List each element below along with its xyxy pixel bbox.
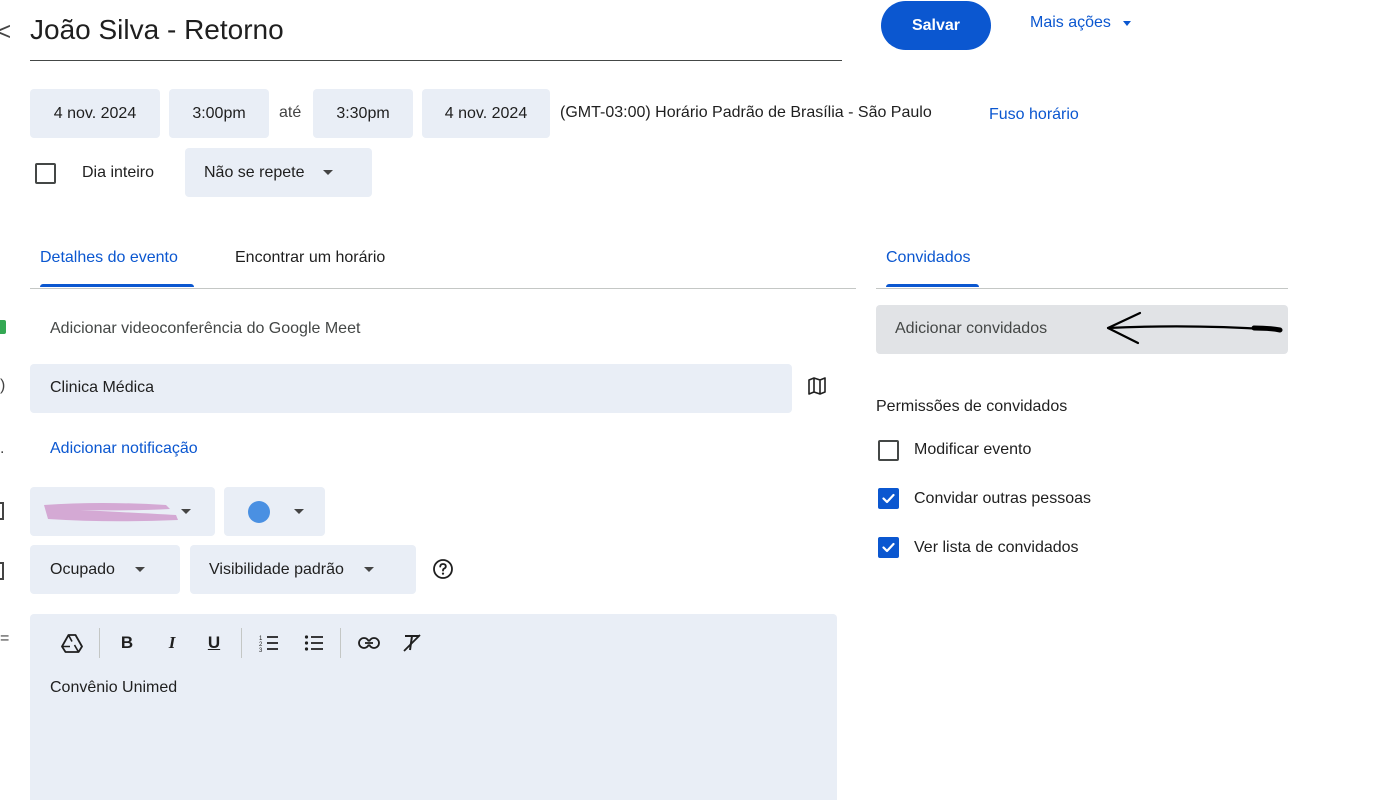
tab-active-indicator — [40, 284, 194, 287]
calendar-icon — [0, 502, 4, 520]
svg-text:3: 3 — [259, 648, 263, 652]
description-editor[interactable] — [30, 614, 837, 800]
start-time-text: 3:00pm — [192, 104, 246, 122]
redacted-calendar-name — [40, 497, 198, 525]
start-date-text: 4 nov. 2024 — [53, 104, 137, 122]
caret-down-icon — [181, 509, 191, 514]
end-time-chip[interactable]: 3:30pm — [313, 89, 413, 138]
event-color-dot — [248, 500, 270, 523]
until-label: até — [279, 104, 302, 121]
guests-tab-indicator — [886, 284, 979, 287]
save-button[interactable]: Salvar — [881, 1, 991, 50]
caret-down-icon — [322, 170, 333, 175]
start-date-chip[interactable]: 4 nov. 2024 — [30, 89, 160, 138]
calendar-selector[interactable] — [30, 487, 215, 536]
visibility-dropdown[interactable]: Visibilidade padrão — [190, 545, 416, 594]
event-color-selector[interactable] — [224, 487, 325, 536]
invite-others-checkbox[interactable] — [878, 488, 899, 509]
link-icon[interactable] — [357, 632, 381, 654]
toolbar-separator — [99, 628, 100, 658]
location-text: Clinica Médica — [50, 379, 155, 396]
see-guest-list-checkbox[interactable] — [878, 537, 899, 558]
more-actions-button[interactable]: Mais ações — [1030, 12, 1131, 34]
remove-format-icon[interactable] — [401, 632, 423, 654]
check-icon — [882, 493, 895, 504]
busy-status-icon — [0, 562, 4, 580]
toolbar-separator — [241, 628, 242, 658]
event-title-input[interactable]: João Silva - Retorno — [30, 12, 842, 61]
tab-find-time-label: Encontrar um horário — [235, 249, 386, 266]
location-input[interactable]: Clinica Médica — [30, 364, 792, 413]
timezone-text: (GMT-03:00) Horário Padrão de Brasília -… — [560, 104, 932, 121]
underline-icon[interactable]: U — [204, 632, 224, 654]
caret-down-icon — [134, 567, 145, 572]
modify-event-label: Modificar evento — [914, 441, 1032, 458]
notification-icon: . — [0, 440, 5, 457]
description-icon: = — [0, 630, 10, 647]
invite-others-label: Convidar outras pessoas — [914, 490, 1091, 507]
chevron-down-icon — [1122, 20, 1131, 26]
timezone-link[interactable]: Fuso horário — [989, 106, 1079, 124]
end-time-text: 3:30pm — [336, 104, 390, 122]
map-icon[interactable] — [807, 376, 827, 396]
toolbar-separator — [340, 628, 341, 658]
modify-event-checkbox[interactable] — [878, 440, 899, 461]
all-day-label: Dia inteiro — [82, 164, 155, 181]
see-guest-list-label: Ver lista de convidados — [914, 539, 1079, 556]
add-guests-placeholder: Adicionar convidados — [895, 320, 1048, 337]
italic-icon[interactable]: I — [162, 632, 182, 654]
more-actions-label: Mais ações — [1030, 14, 1111, 31]
busy-status-label: Ocupado — [50, 560, 115, 578]
all-day-checkbox[interactable] — [35, 163, 56, 184]
numbered-list-icon[interactable]: 123 — [258, 632, 280, 654]
meet-icon — [0, 320, 6, 334]
guests-divider — [876, 288, 1288, 289]
event-title-text: João Silva - Retorno — [30, 14, 284, 45]
help-icon[interactable] — [432, 558, 454, 580]
tabs-divider — [30, 288, 856, 289]
bold-icon[interactable]: B — [117, 632, 137, 654]
start-time-chip[interactable]: 3:00pm — [169, 89, 269, 138]
tab-find-time[interactable]: Encontrar um horário — [235, 249, 385, 267]
end-date-text: 4 nov. 2024 — [444, 104, 528, 122]
add-notification-link[interactable]: Adicionar notificação — [50, 440, 198, 458]
location-icon: ) — [0, 377, 6, 394]
visibility-label: Visibilidade padrão — [209, 560, 344, 578]
tab-event-details-label: Detalhes do evento — [40, 249, 178, 266]
annotation-arrow — [1104, 310, 1284, 346]
back-button[interactable]: < — [0, 16, 11, 47]
tab-event-details[interactable]: Detalhes do evento — [40, 249, 178, 267]
repeat-dropdown[interactable]: Não se repete — [185, 148, 372, 197]
add-meet-link[interactable]: Adicionar videoconferência do Google Mee… — [50, 320, 360, 338]
busy-status-dropdown[interactable]: Ocupado — [30, 545, 180, 594]
permissions-title: Permissões de convidados — [876, 398, 1068, 415]
end-date-chip[interactable]: 4 nov. 2024 — [422, 89, 550, 138]
description-text: Convênio Unimed — [50, 679, 178, 696]
save-button-label: Salvar — [911, 16, 961, 34]
drive-icon[interactable] — [60, 632, 84, 654]
caret-down-icon — [294, 509, 304, 514]
repeat-label: Não se repete — [204, 163, 305, 181]
check-icon — [882, 542, 895, 553]
bulleted-list-icon[interactable] — [303, 632, 325, 654]
caret-down-icon — [363, 567, 374, 572]
tab-guests[interactable]: Convidados — [886, 249, 971, 267]
tab-guests-label: Convidados — [886, 249, 971, 266]
